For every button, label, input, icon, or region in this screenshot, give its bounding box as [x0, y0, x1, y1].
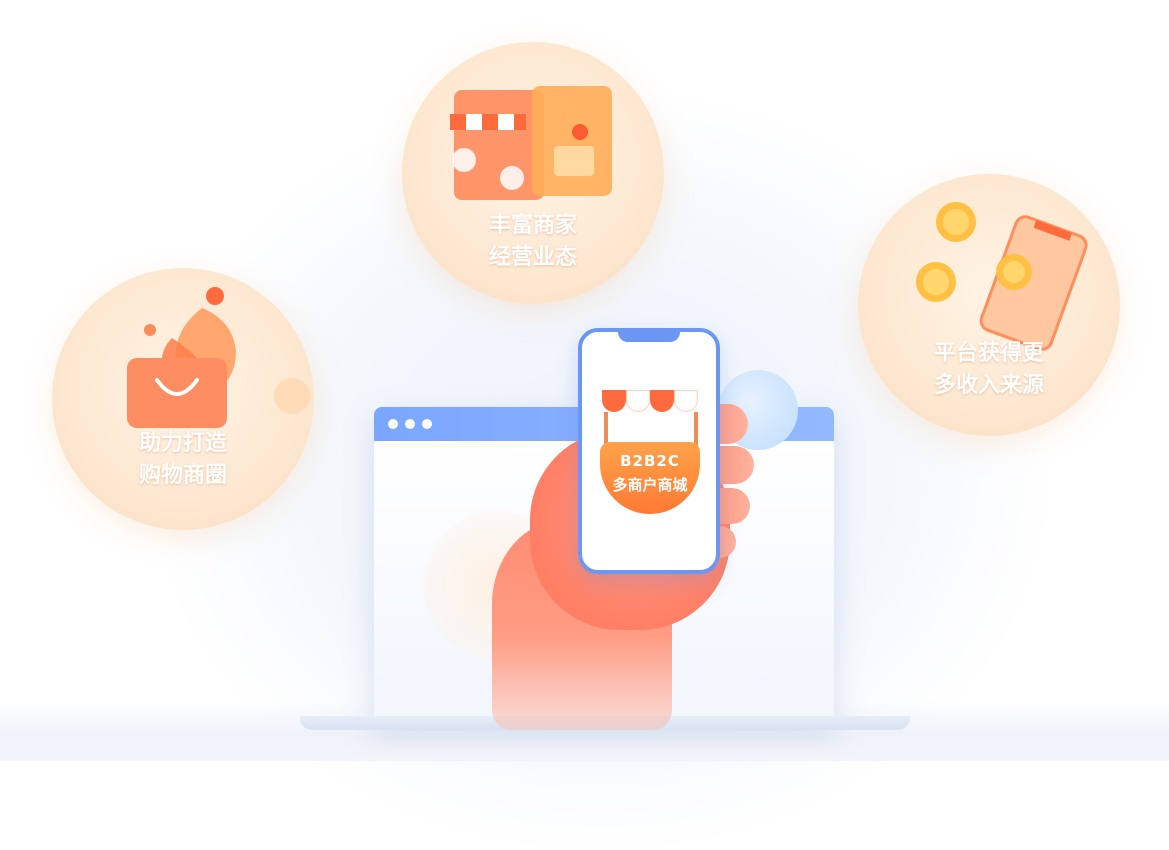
bubble-top-line2: 经营业态 [488, 245, 577, 270]
phone-notch [618, 328, 680, 342]
bubble-right-line2: 多收入来源 [933, 373, 1044, 398]
bubble-label-revenue: 平台获得更 多收入来源 [858, 338, 1120, 402]
window-dot-icon [388, 419, 398, 429]
bubble-left-line1: 助力打造 [138, 431, 227, 456]
window-dot-icon [405, 419, 415, 429]
badge-subtitle: 多商户商城 [612, 476, 688, 494]
bubble-right-line1: 平台获得更 [933, 341, 1044, 366]
window-dot-icon [422, 419, 432, 429]
b2b2c-badge: B2B2C 多商户商城 [600, 442, 700, 514]
phone: B2B2C 多商户商城 [578, 328, 720, 574]
feature-bubble-revenue-circle: 平台获得更 多收入来源 [858, 174, 1120, 436]
bubble-top-line1: 丰富商家 [488, 213, 577, 238]
bubble-left-line2: 购物商圈 [138, 463, 227, 488]
stall-post [604, 412, 608, 446]
stall-post [694, 412, 698, 446]
feature-bubble-merchants-circle: 丰富商家 经营业态 [402, 42, 664, 304]
market-stall-icon [602, 390, 698, 412]
bubble-label-merchants: 丰富商家 经营业态 [402, 210, 664, 274]
badge-title: B2B2C [620, 452, 680, 470]
bubble-label-shopping: 助力打造 购物商圈 [52, 428, 314, 492]
feature-bubble-shopping-circle: 助力打造 购物商圈 [52, 268, 314, 530]
